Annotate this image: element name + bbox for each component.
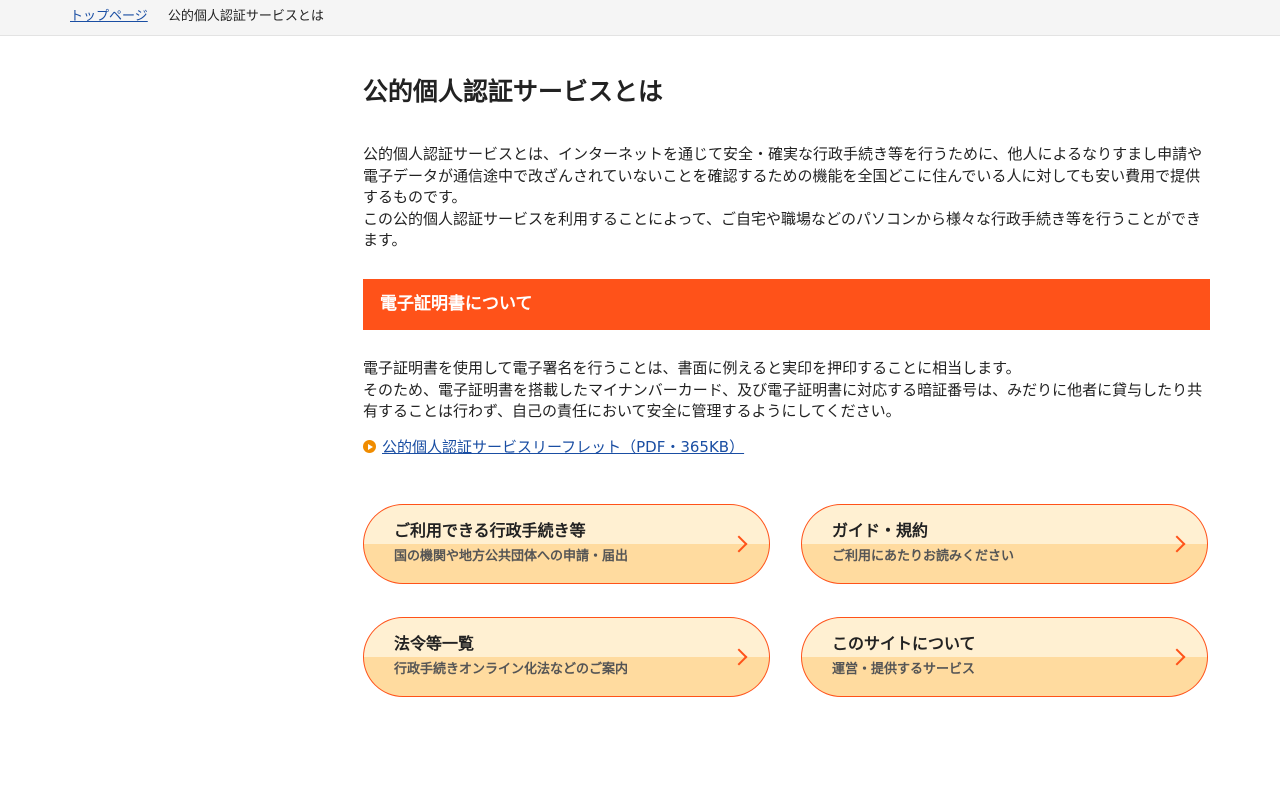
card-subtitle: 運営・提供するサービス xyxy=(832,662,976,677)
card-subtitle: 行政手続きオンライン化法などのご案内 xyxy=(394,662,629,677)
card-guide[interactable]: ガイド・規約 ご利用にあたりお読みください xyxy=(801,504,1208,584)
breadcrumb: トップページ 公的個人認証サービスとは xyxy=(70,9,324,25)
breadcrumb-current: 公的個人認証サービスとは xyxy=(167,9,324,24)
breadcrumb-bar: トップページ 公的個人認証サービスとは xyxy=(0,0,1280,36)
leaflet-pdf-link[interactable]: 公的個人認証サービスリーフレット（PDF・365KB） xyxy=(382,438,744,456)
chevron-right-icon xyxy=(730,535,748,553)
chevron-right-icon xyxy=(1168,535,1186,553)
card-title: このサイトについて xyxy=(832,634,976,653)
section-paragraph: そのため、電子証明書を搭載したマイナンバーカード、及び電子証明書に対応する暗証番… xyxy=(363,380,1203,421)
card-subtitle: ご利用にあたりお読みください xyxy=(832,549,1015,564)
card-subtitle: 国の機関や地方公共団体への申請・届出 xyxy=(394,549,629,564)
chevron-right-icon xyxy=(1168,648,1186,666)
chevron-right-icon xyxy=(730,648,748,666)
card-title: ガイド・規約 xyxy=(832,521,929,540)
section-heading: 電子証明書について xyxy=(363,279,1210,330)
card-about[interactable]: このサイトについて 運営・提供するサービス xyxy=(801,617,1208,697)
play-circle-icon xyxy=(363,440,376,453)
breadcrumb-home-link[interactable]: トップページ xyxy=(70,9,148,24)
page-title: 公的個人認証サービスとは xyxy=(363,77,664,106)
section-paragraph: 電子証明書を使用して電子署名を行うことは、書面に例えると実印を押印することに相当… xyxy=(363,359,1021,377)
intro-paragraph: この公的個人認証サービスを利用することによって、ご自宅や職場などのパソコンから様… xyxy=(363,209,1202,250)
card-title: 法令等一覧 xyxy=(394,634,475,653)
card-procedures[interactable]: ご利用できる行政手続き等 国の機関や地方公共団体への申請・届出 xyxy=(363,504,770,584)
card-laws[interactable]: 法令等一覧 行政手続きオンライン化法などのご案内 xyxy=(363,617,770,697)
intro-paragraph: 公的個人認証サービスとは、インターネットを通じて安全・確実な行政手続き等を行うた… xyxy=(363,145,1203,206)
section-body: 電子証明書を使用して電子署名を行うことは、書面に例えると実印を押印することに相当… xyxy=(363,358,1210,423)
intro-text: 公的個人認証サービスとは、インターネットを通じて安全・確実な行政手続き等を行うた… xyxy=(363,144,1210,252)
card-title: ご利用できる行政手続き等 xyxy=(394,521,586,540)
leaflet-link-row: 公的個人認証サービスリーフレット（PDF・365KB） xyxy=(363,437,744,457)
